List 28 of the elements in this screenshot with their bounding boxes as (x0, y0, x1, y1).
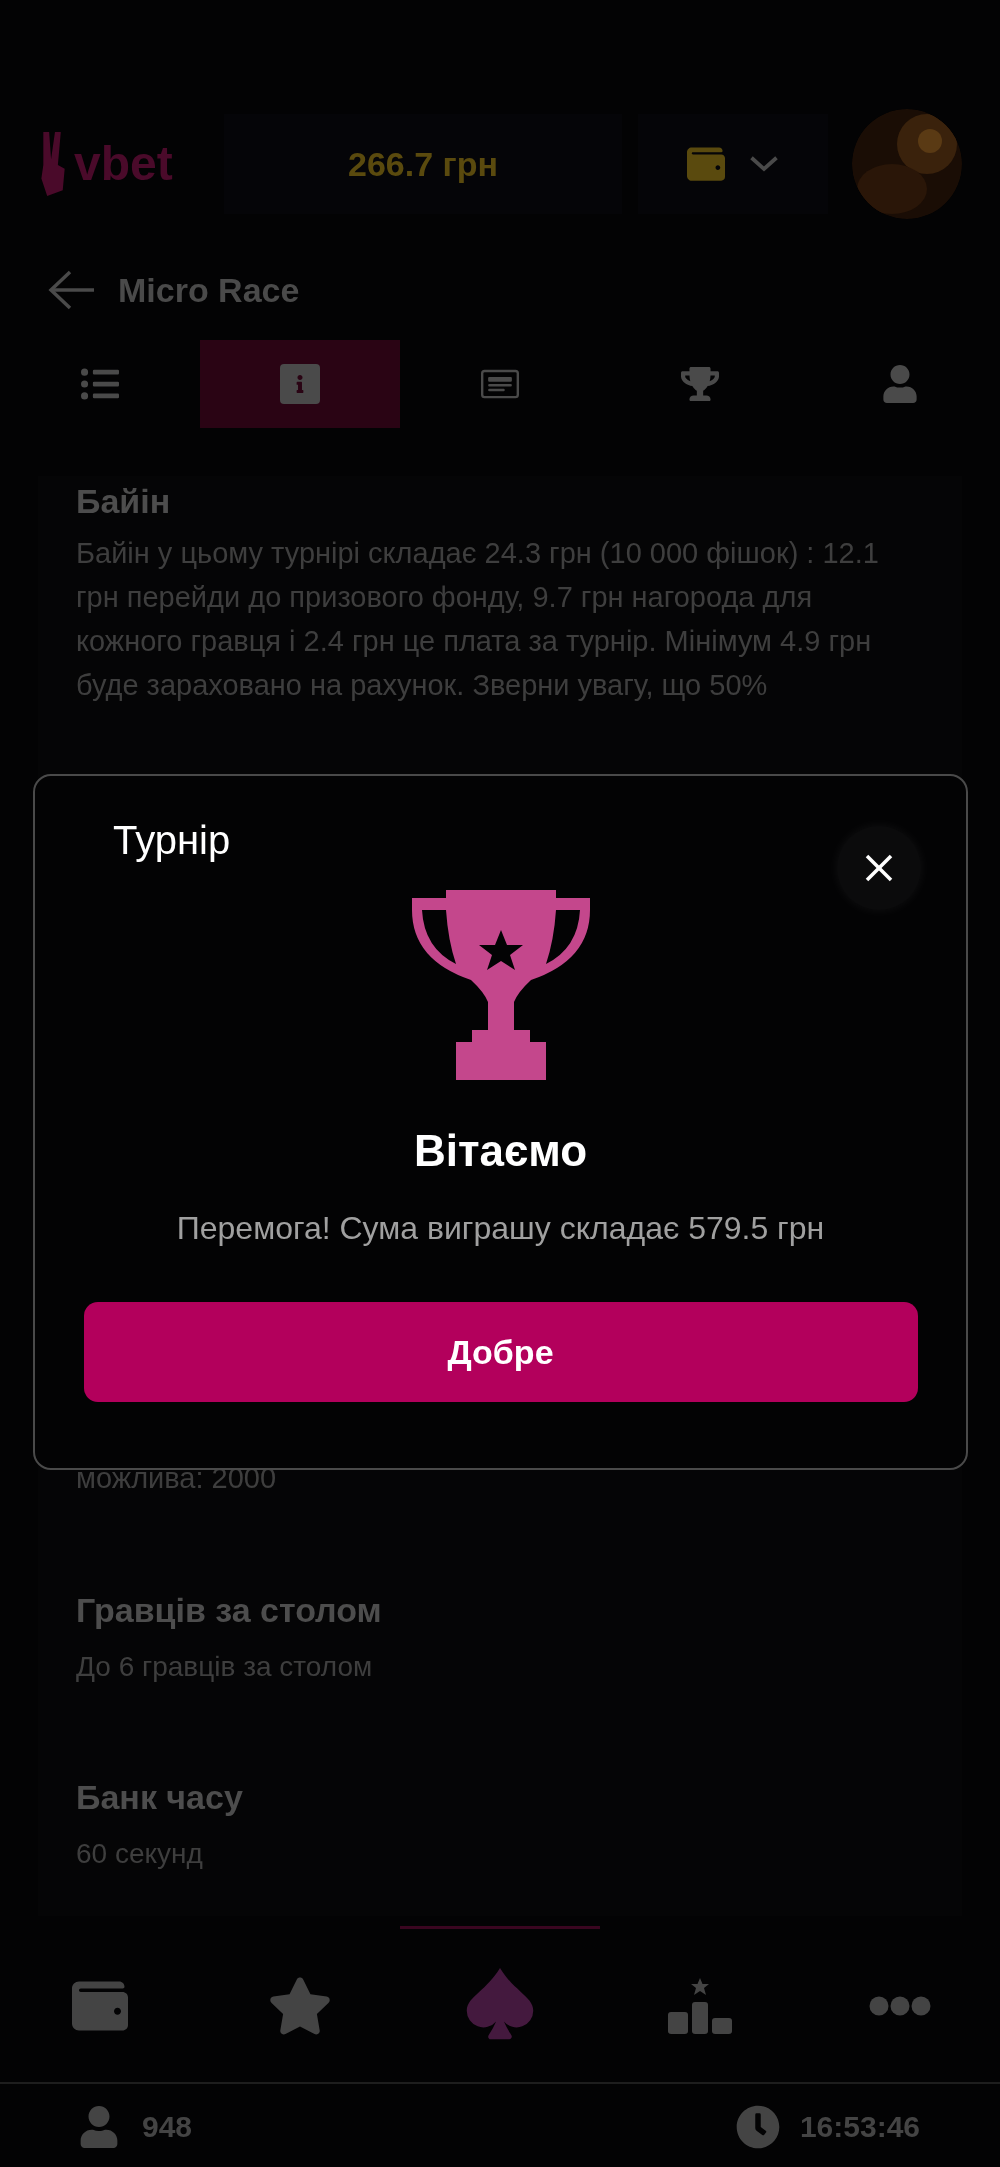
section-text: До 6 гравців за столом (76, 1649, 374, 1684)
clock-icon (735, 2104, 780, 2149)
logo: vbet (74, 140, 173, 188)
dialog-title: Турнір (113, 817, 231, 864)
section-title: Байін (76, 481, 172, 522)
section-text: 60 секунд (76, 1836, 204, 1871)
chevron-down-icon (749, 155, 779, 173)
dialog-message: Перемога! Сума виграшу складає 579.5 грн (176, 1209, 825, 1248)
tab[interactable] (200, 340, 400, 428)
clock-time: 16:53:46 (799, 2109, 920, 2145)
user-icon (881, 365, 919, 403)
dialog-heading: Вітаємо (413, 1125, 588, 1177)
page-title: Micro Race (118, 269, 300, 311)
wallet-dropdown[interactable] (638, 114, 828, 214)
section-text: Байін у цьому турнірі складає 24.3 грн (10 000 фішок) : 12.1 грн перейди до призового фонду, 9.7 грн нагорода для кожного гравця і 2.4 грн це плата за турнір. Мінімум 4.9 грн буде зараховано на рахунок. Зверни увагу, що 50% (76, 536, 880, 703)
close-icon (864, 853, 894, 883)
podium-icon (668, 1977, 732, 2034)
section-title: Банк часу (76, 1776, 244, 1818)
more-icon (869, 1995, 931, 2016)
section-title: Гравців за столом (76, 1589, 383, 1631)
user-icon (80, 2105, 118, 2148)
wallet-icon (687, 144, 725, 184)
balance: 266.7 грн (348, 143, 498, 185)
star-icon (268, 1975, 332, 2036)
players-count: 948 (142, 2109, 193, 2145)
info-icon (280, 364, 320, 404)
trophy-icon (681, 365, 719, 403)
ok-button[interactable]: Добре (83, 1302, 918, 1402)
